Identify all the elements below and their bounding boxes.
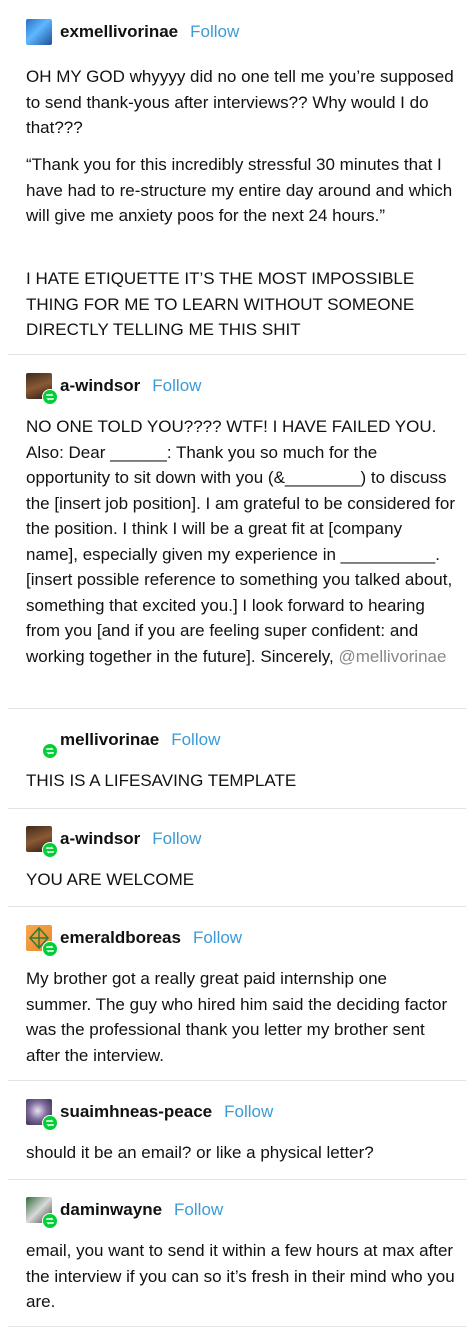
follow-button[interactable]: Follow (193, 928, 242, 948)
reblog-icon (42, 1213, 58, 1229)
post-text: NO ONE TOLD YOU???? WTF! I HAVE FAILED Y… (26, 414, 456, 669)
character-avatar[interactable] (26, 1197, 58, 1229)
moon-avatar[interactable] (26, 1099, 58, 1131)
post-body: NO ONE TOLD YOU???? WTF! I HAVE FAILED Y… (26, 417, 456, 666)
username[interactable]: a-windsor (60, 376, 140, 396)
follow-button[interactable]: Follow (174, 1200, 223, 1220)
reblog-icon (42, 389, 58, 405)
post-header: a-windsor Follow (26, 824, 201, 858)
post-header: daminwayne Follow (26, 1195, 223, 1229)
divider (8, 354, 466, 355)
follow-button[interactable]: Follow (152, 829, 201, 849)
divider (8, 1080, 466, 1081)
post-text: My brother got a really great paid inter… (26, 969, 448, 1065)
post-text: should it be an email? or like a physica… (26, 1143, 374, 1162)
divider (8, 808, 466, 809)
post-header: suaimhneas-peace Follow (26, 1097, 273, 1131)
post-header: exmellivorinae Follow (26, 17, 239, 47)
post-text: OH MY GOD whyyyy did no one tell me you’… (26, 67, 454, 137)
post-text: I HATE ETIQUETTE IT’S THE MOST IMPOSSIBL… (26, 269, 415, 339)
reblog-icon (42, 842, 58, 858)
mention-link[interactable]: @mellivorinae (338, 647, 446, 666)
blue-flame-avatar[interactable] (26, 19, 52, 45)
username[interactable]: daminwayne (60, 1200, 162, 1220)
post-text: “Thank you for this incredibly stressful… (26, 155, 453, 225)
portrait-avatar[interactable] (26, 373, 58, 405)
follow-button[interactable]: Follow (171, 730, 220, 750)
follow-button[interactable]: Follow (152, 376, 201, 396)
follow-button[interactable]: Follow (224, 1102, 273, 1122)
blank-avatar[interactable] (26, 727, 58, 759)
username[interactable]: suaimhneas-peace (60, 1102, 212, 1122)
diamond-avatar[interactable] (26, 925, 58, 957)
post-header: a-windsor Follow (26, 371, 201, 405)
post-text: YOU ARE WELCOME (26, 870, 195, 889)
follow-button[interactable]: Follow (190, 22, 239, 42)
reblog-icon (42, 1115, 58, 1131)
username[interactable]: emeraldboreas (60, 928, 181, 948)
post-text: email, you want to send it within a few … (26, 1241, 455, 1311)
reblog-thread: exmellivorinae Follow OH MY GOD whyyyy d… (0, 0, 474, 1332)
post-text: THIS IS A LIFESAVING TEMPLATE (26, 771, 297, 790)
post-header: emeraldboreas Follow (26, 923, 242, 957)
username[interactable]: mellivorinae (60, 730, 159, 750)
divider (8, 708, 466, 709)
portrait-avatar[interactable] (26, 826, 58, 858)
divider (8, 1179, 466, 1180)
divider (8, 906, 466, 907)
post-header: mellivorinae Follow (26, 725, 220, 759)
divider (8, 1326, 466, 1327)
username[interactable]: exmellivorinae (60, 22, 178, 42)
reblog-icon (42, 743, 58, 759)
username[interactable]: a-windsor (60, 829, 140, 849)
reblog-icon (42, 941, 58, 957)
